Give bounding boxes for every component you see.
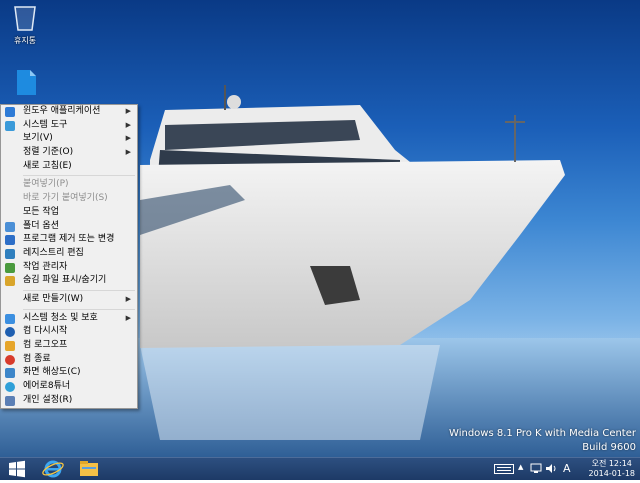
taskbar-internet-explorer[interactable] bbox=[36, 458, 70, 480]
network-icon[interactable] bbox=[530, 463, 542, 474]
watermark-build: Build 9600 bbox=[582, 442, 636, 453]
context-menu-item[interactable]: 프로그램 제거 또는 변경 bbox=[1, 233, 137, 247]
context-menu-item[interactable]: 레지스트리 편집 bbox=[1, 247, 137, 261]
clock-date: 2014-01-18 bbox=[588, 469, 636, 478]
hidden-files-icon bbox=[5, 276, 15, 287]
context-menu-item[interactable]: 시스템 청소 및 보호 ▶ bbox=[1, 312, 137, 326]
system-tools-icon bbox=[5, 120, 15, 131]
show-hidden-icons-icon[interactable]: ▲ bbox=[518, 463, 523, 471]
context-menu-item-label: 보기(V) bbox=[23, 133, 53, 144]
context-menu-item-label: 컴 로그오프 bbox=[23, 340, 68, 350]
context-menu-item-label: 레지스트리 편집 bbox=[23, 247, 84, 258]
programs-icon bbox=[5, 235, 15, 246]
shield-icon bbox=[5, 313, 15, 324]
menu-separator bbox=[23, 308, 135, 310]
context-menu-item: 바로 가기 붙여넣기(S) bbox=[1, 192, 137, 206]
keyboard-icon[interactable] bbox=[494, 464, 514, 474]
context-menu-item-label: 새로 고침(E) bbox=[23, 160, 72, 171]
submenu-arrow-icon: ▶ bbox=[125, 107, 131, 115]
taskbar-clock[interactable]: 오전 12:14 2014-01-18 bbox=[589, 459, 636, 479]
registry-icon bbox=[5, 248, 15, 259]
clock-time: 오전 12:14 bbox=[591, 459, 632, 468]
menu-separator bbox=[23, 289, 135, 291]
context-menu-item-label: 작업 관리자 bbox=[23, 261, 68, 272]
volume-icon[interactable] bbox=[545, 463, 557, 474]
context-menu-item-label: 컴 다시시작 bbox=[23, 326, 68, 337]
taskbar-file-explorer[interactable] bbox=[72, 458, 106, 480]
desktop-icon-label: 휴지통 bbox=[13, 36, 37, 45]
context-menu-item[interactable]: 개인 설정(R) bbox=[1, 394, 137, 408]
os-watermark: Windows 8.1 Pro K with Media Center Buil… bbox=[449, 427, 636, 455]
folder-icon bbox=[17, 70, 36, 95]
display-icon bbox=[5, 368, 15, 379]
system-tray: ▲ A 오전 12:14 2014-01-18 bbox=[490, 458, 640, 480]
context-menu-item-label: 프로그램 제거 또는 변경 bbox=[23, 234, 115, 245]
window-app-icon bbox=[5, 107, 15, 117]
context-menu-item[interactable]: 정렬 기준(O) ▶ bbox=[1, 146, 137, 160]
start-button[interactable] bbox=[0, 458, 34, 480]
task-manager-icon bbox=[5, 262, 15, 273]
internet-explorer-icon bbox=[42, 460, 64, 478]
aero-tuner-icon bbox=[5, 382, 15, 393]
context-menu-item-label: 개인 설정(R) bbox=[23, 394, 73, 405]
desktop-icon-folder[interactable] bbox=[0, 68, 50, 98]
ime-indicator[interactable]: A bbox=[563, 462, 571, 475]
context-menu-item-label: 바로 가기 붙여넣기(S) bbox=[23, 193, 108, 204]
context-menu-item-label: 정렬 기준(O) bbox=[23, 147, 74, 158]
context-menu-item-label: 모든 작업 bbox=[23, 206, 59, 217]
submenu-arrow-icon: ▶ bbox=[125, 148, 131, 157]
context-menu-item-label: 에어로8튜너 bbox=[23, 381, 71, 392]
logoff-icon bbox=[5, 341, 15, 351]
desktop-icon-recycle-bin[interactable]: 휴지통 bbox=[0, 4, 50, 46]
watermark-edition: Windows 8.1 Pro K with Media Center bbox=[449, 428, 636, 439]
context-menu-item[interactable]: 새로 만들기(W) ▶ bbox=[1, 293, 137, 307]
folder-options-icon bbox=[5, 221, 15, 232]
context-menu-item[interactable]: 새로 고침(E) bbox=[1, 160, 137, 174]
context-menu-item-label: 화면 해상도(C) bbox=[23, 367, 81, 378]
context-menu-item[interactable]: 컴 로그오프 bbox=[1, 339, 137, 353]
file-explorer-icon bbox=[80, 461, 98, 476]
desktop[interactable]: 휴지통 윈도우 애플리케이션 ▶ 시스템 도구 ▶ 보기(V) ▶ 정렬 기준(O) ▶ 새로 … bbox=[0, 0, 640, 457]
context-menu-item[interactable]: 화면 해상도(C) bbox=[1, 366, 137, 380]
context-menu-item-label: 윈도우 애플리케이션 bbox=[23, 106, 101, 116]
submenu-arrow-icon: ▶ bbox=[125, 134, 131, 143]
context-menu-item[interactable]: 컴 종료 bbox=[1, 353, 137, 367]
context-menu-item[interactable]: 에어로8튜너 bbox=[1, 380, 137, 394]
context-menu-item[interactable]: 모든 작업 bbox=[1, 206, 137, 220]
context-menu-item[interactable]: 작업 관리자 bbox=[1, 261, 137, 275]
context-menu-item-label: 새로 만들기(W) bbox=[23, 293, 84, 304]
context-menu-item-label: 시스템 청소 및 보호 bbox=[23, 312, 98, 323]
desktop-context-menu: 윈도우 애플리케이션 ▶ 시스템 도구 ▶ 보기(V) ▶ 정렬 기준(O) ▶ 새로 고침(E… bbox=[0, 104, 138, 409]
context-menu-item[interactable]: 숨김 파일 표시/숨기기 bbox=[1, 274, 137, 288]
context-menu-item-label: 붙여넣기(P) bbox=[23, 179, 69, 190]
submenu-arrow-icon: ▶ bbox=[125, 294, 131, 303]
context-menu-item[interactable]: 보기(V) ▶ bbox=[1, 132, 137, 146]
recycle-bin-icon bbox=[14, 6, 36, 31]
context-menu-item[interactable]: 윈도우 애플리케이션 ▶ bbox=[1, 105, 137, 119]
submenu-arrow-icon: ▶ bbox=[125, 313, 131, 322]
shutdown-icon bbox=[5, 354, 15, 365]
context-menu-item-label: 시스템 도구 bbox=[23, 119, 68, 130]
start-icon bbox=[9, 460, 25, 478]
taskbar: ▲ A 오전 12:14 2014-01-18 bbox=[0, 457, 640, 480]
submenu-arrow-icon: ▶ bbox=[125, 120, 131, 129]
context-menu-item[interactable]: 컴 다시시작 bbox=[1, 325, 137, 339]
personalize-icon bbox=[5, 395, 15, 406]
restart-icon bbox=[5, 327, 15, 338]
context-menu-item-label: 숨김 파일 표시/숨기기 bbox=[23, 275, 107, 286]
context-menu-item: 붙여넣기(P) bbox=[1, 178, 137, 192]
context-menu-item-label: 폴더 옵션 bbox=[23, 220, 59, 231]
menu-separator bbox=[23, 175, 135, 177]
context-menu-item[interactable]: 시스템 도구 ▶ bbox=[1, 119, 137, 133]
context-menu-item[interactable]: 폴더 옵션 bbox=[1, 220, 137, 234]
context-menu-item-label: 컴 종료 bbox=[23, 353, 51, 364]
